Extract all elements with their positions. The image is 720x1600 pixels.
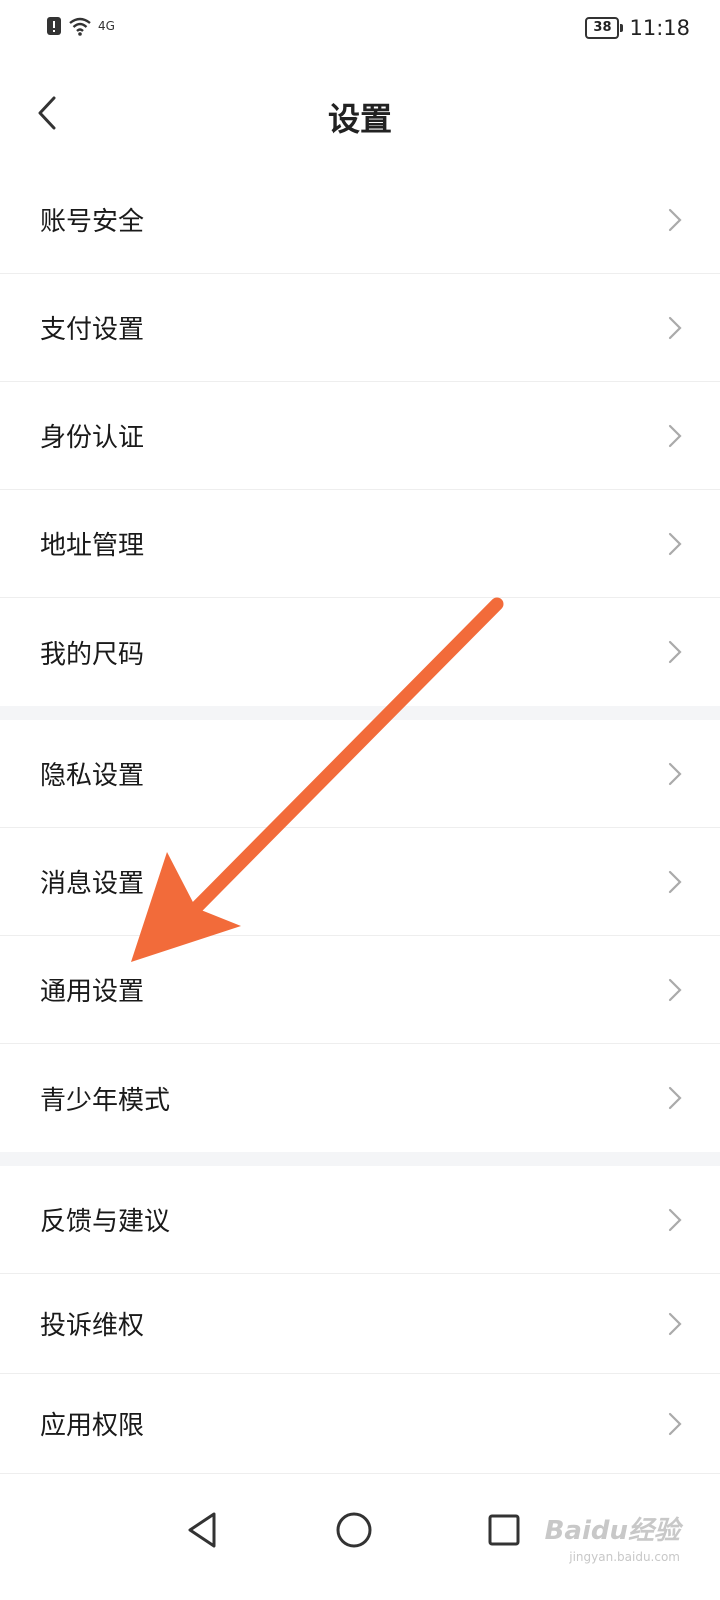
settings-item-teen-mode[interactable]: 青少年模式 [0,1044,720,1152]
circle-home-icon [336,1512,372,1548]
settings-item-label: 反馈与建议 [40,1207,171,1237]
settings-item-label: 消息设置 [40,869,145,899]
settings-item-label: 隐私设置 [40,761,145,791]
settings-item-label: 支付设置 [40,315,145,345]
status-bar: 4G 38 11:18 [0,0,720,60]
settings-group-preferences: 隐私设置 消息设置 通用设置 青少年模式 [0,720,720,1152]
settings-item-privacy[interactable]: 隐私设置 [0,720,720,828]
settings-item-label: 我的尺码 [40,639,145,670]
settings-item-general[interactable]: 通用设置 [0,936,720,1044]
settings-item-app-permissions[interactable]: 应用权限 [0,1374,720,1474]
watermark-url: jingyan.baidu.com [569,1550,680,1564]
chevron-right-icon [668,316,682,339]
settings-item-identity[interactable]: 身份认证 [0,382,720,490]
settings-item-feedback[interactable]: 反馈与建议 [0,1166,720,1274]
group-divider [0,706,720,720]
status-time: 11:18 [629,16,690,40]
settings-item-label: 应用权限 [40,1411,145,1441]
settings-item-label: 青少年模式 [40,1085,171,1116]
chevron-right-icon [668,1412,682,1435]
chevron-right-icon [668,870,682,893]
chevron-right-icon [668,1086,682,1110]
chevron-right-icon [668,1312,682,1335]
status-right: 38 11:18 [585,16,690,40]
settings-item-label: 地址管理 [40,531,145,561]
settings-group-support: 反馈与建议 投诉维权 应用权限 [0,1166,720,1474]
nav-home-button[interactable] [332,1508,376,1552]
watermark-logo: Baidu经验 [544,1516,680,1546]
group-divider [0,1152,720,1166]
nav-bar: 设置 [0,72,720,156]
chevron-right-icon [668,640,682,664]
battery-indicator: 38 [585,17,624,39]
chevron-right-icon [668,762,682,785]
chevron-right-icon [668,208,682,231]
settings-group-account: 账号安全 支付设置 身份认证 地址管理 我的尺码 [0,166,720,706]
chevron-right-icon [668,424,682,447]
chevron-right-icon [668,978,682,1001]
chevron-right-icon [668,532,682,555]
chevron-right-icon [668,1208,682,1231]
wifi-icon [69,17,91,36]
triangle-back-icon [188,1512,216,1548]
settings-item-label: 账号安全 [40,207,145,237]
settings-item-payment[interactable]: 支付设置 [0,274,720,382]
settings-item-complaints[interactable]: 投诉维权 [0,1274,720,1374]
page-title: 设置 [327,100,392,138]
nav-recents-button[interactable] [482,1508,526,1552]
settings-item-address[interactable]: 地址管理 [0,490,720,598]
settings-list: 账号安全 支付设置 身份认证 地址管理 我的尺码 隐私设置 消息设置 通用设置 … [0,166,720,1474]
settings-item-my-size[interactable]: 我的尺码 [0,598,720,706]
notification-alert-icon [47,17,61,35]
square-recents-icon [488,1514,520,1546]
status-left: 4G [46,16,115,36]
settings-item-label: 通用设置 [40,977,145,1007]
network-text: 4G [98,19,115,33]
settings-item-notifications[interactable]: 消息设置 [0,828,720,936]
settings-item-label: 投诉维权 [40,1311,145,1341]
nav-back-button[interactable] [182,1508,226,1552]
settings-item-label: 身份认证 [40,423,145,453]
settings-item-account-security[interactable]: 账号安全 [0,166,720,274]
